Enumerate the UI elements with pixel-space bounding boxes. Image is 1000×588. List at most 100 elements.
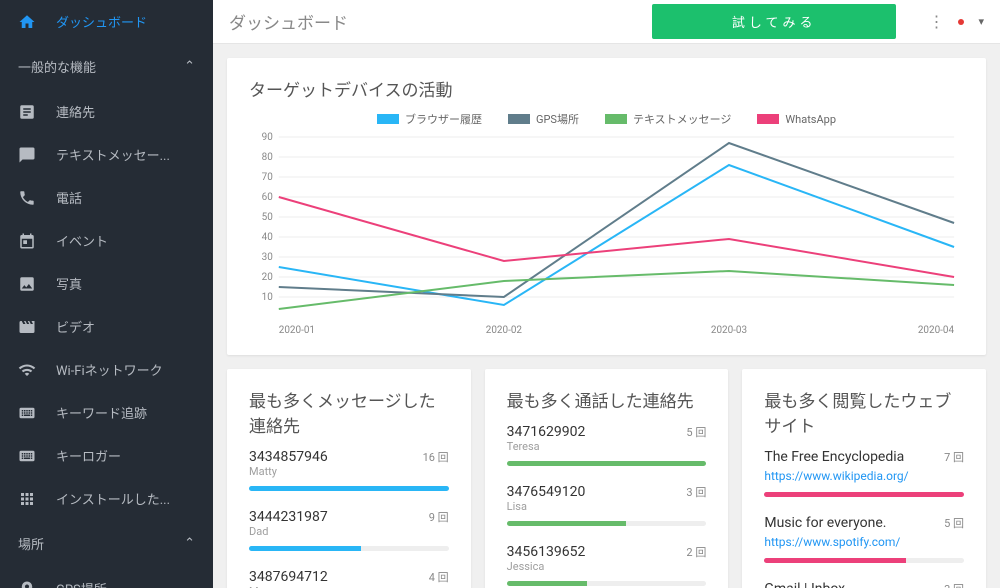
stat-link[interactable]: https://www.wikipedia.org/ xyxy=(764,469,908,483)
chart-legend: ブラウザー履歴 GPS場所 テキストメッセージ WhatsApp xyxy=(249,111,964,127)
sidebar-item-phone[interactable]: 電話 xyxy=(0,176,213,219)
sidebar-section-general[interactable]: 一般的な機能 ⌃ xyxy=(0,43,213,90)
legend-label: WhatsApp xyxy=(785,113,836,126)
stat-bar xyxy=(249,546,449,551)
stat-count: 2 回 xyxy=(686,544,706,560)
stat-primary: Music for everyone. xyxy=(764,515,900,531)
stat-count: 7 回 xyxy=(944,449,964,465)
stat-bar xyxy=(764,492,964,497)
stats-list: The Free Encyclopedia https://www.wikiped… xyxy=(764,449,964,588)
stat-item[interactable]: 3434857946Matty 16 回 xyxy=(249,449,449,491)
chevron-down-icon[interactable]: ▾ xyxy=(978,15,984,28)
sidebar-section-location[interactable]: 場所 ⌃ xyxy=(0,520,213,567)
topbar-actions: ⋮ ▾ xyxy=(928,12,984,31)
sidebar-item-video[interactable]: ビデオ xyxy=(0,305,213,348)
stat-secondary: Matty xyxy=(249,465,328,478)
sidebar-item-wifi[interactable]: Wi-Fiネットワーク xyxy=(0,348,213,391)
stat-count: 5 回 xyxy=(686,424,706,440)
contacts-icon xyxy=(18,103,36,121)
stat-primary: 3476549120 xyxy=(507,484,586,500)
legend-label: GPS場所 xyxy=(536,111,579,127)
try-button[interactable]: 試してみる xyxy=(652,4,897,39)
sidebar-item-label: インストールした... xyxy=(56,489,170,508)
svg-text:40: 40 xyxy=(262,232,274,243)
topbar: ダッシュボード 試してみる ⋮ ▾ xyxy=(213,0,1000,44)
sidebar-item-keylogger[interactable]: キーロガー xyxy=(0,434,213,477)
stats-row: 最も多くメッセージした連絡先 3434857946Matty16 回344423… xyxy=(227,369,986,588)
stat-item[interactable]: 3444231987Dad9 回 xyxy=(249,509,449,551)
stat-item[interactable]: The Free Encyclopedia https://www.wikiped… xyxy=(764,449,964,497)
sidebar-item-photo[interactable]: 写真 xyxy=(0,262,213,305)
legend-label: ブラウザー履歴 xyxy=(405,111,482,127)
sidebar-item-message[interactable]: テキストメッセー... xyxy=(0,133,213,176)
stat-item[interactable]: 3456139652Jessica2 回 xyxy=(507,544,707,586)
sidebar-location-list: GPS場所ジオフェンシング xyxy=(0,567,213,588)
sidebar-item-apps[interactable]: インストールした... xyxy=(0,477,213,520)
stat-primary: 3487694712 xyxy=(249,569,328,585)
video-icon xyxy=(18,318,36,336)
chart-title: ターゲットデバイスの活動 xyxy=(249,76,964,101)
legend-item[interactable]: テキストメッセージ xyxy=(605,111,731,127)
stat-primary: 3456139652 xyxy=(507,544,586,560)
stat-item[interactable]: Gmail | Inboxhttps://mail.google.com/3 回 xyxy=(764,581,964,588)
svg-text:10: 10 xyxy=(262,292,274,303)
svg-text:80: 80 xyxy=(262,152,274,163)
svg-text:2020-03: 2020-03 xyxy=(711,325,747,336)
photo-icon xyxy=(18,275,36,293)
sidebar-item-label: 電話 xyxy=(56,188,82,207)
sidebar-item-label: GPS場所 xyxy=(56,579,107,588)
stat-bar xyxy=(507,521,707,526)
sidebar-item-label: Wi-Fiネットワーク xyxy=(56,360,163,379)
stat-item[interactable]: 3471629902Teresa 5 回 xyxy=(507,424,707,466)
sidebar-item-label: ビデオ xyxy=(56,317,95,336)
stats-card-websites: 最も多く閲覧したウェブサイト The Free Encyclopediahttp… xyxy=(742,369,986,588)
stat-primary: 3444231987 xyxy=(249,509,328,525)
page-title: ダッシュボード xyxy=(229,9,348,34)
message-icon xyxy=(18,146,36,164)
svg-text:2020-04: 2020-04 xyxy=(918,325,955,336)
stat-item[interactable]: 3487694712Mom4 回 xyxy=(249,569,449,588)
stat-primary: 3434857946 xyxy=(249,449,328,465)
more-icon[interactable]: ⋮ xyxy=(928,12,944,31)
legend-swatch xyxy=(508,114,530,124)
stat-bar xyxy=(249,486,449,491)
svg-text:60: 60 xyxy=(262,192,274,203)
stat-primary: 3471629902 xyxy=(507,424,586,440)
stat-count: 3 回 xyxy=(686,484,706,500)
record-indicator-icon xyxy=(958,19,964,25)
stat-item[interactable]: Music for everyone. https://www.spotify.c… xyxy=(764,515,964,563)
stat-bar xyxy=(764,558,964,563)
sidebar-item-dashboard[interactable]: ダッシュボード xyxy=(0,0,213,43)
stat-link[interactable]: https://www.spotify.com/ xyxy=(764,535,900,549)
stat-count: 5 回 xyxy=(944,515,964,531)
sidebar-item-label: イベント xyxy=(56,231,108,250)
keylogger-icon xyxy=(18,447,36,465)
stat-primary: The Free Encyclopedia xyxy=(764,449,908,465)
stat-count: 16 回 xyxy=(423,449,449,465)
legend-item[interactable]: WhatsApp xyxy=(757,111,836,127)
stat-item[interactable]: 3476549120Lisa 3 回 xyxy=(507,484,707,526)
sidebar-item-contacts[interactable]: 連絡先 xyxy=(0,90,213,133)
legend-item[interactable]: ブラウザー履歴 xyxy=(377,111,482,127)
stats-card-messages: 最も多くメッセージした連絡先 3434857946Matty16 回344423… xyxy=(227,369,471,588)
svg-text:2020-01: 2020-01 xyxy=(279,325,315,336)
chart-wrap: ブラウザー履歴GPS場所テキストメッセージWhatsApp 1020304050… xyxy=(249,111,964,337)
svg-text:30: 30 xyxy=(262,252,274,263)
sidebar-item-keyword[interactable]: キーワード追跡 xyxy=(0,391,213,434)
stat-secondary: Teresa xyxy=(507,440,586,453)
sidebar-item-event[interactable]: イベント xyxy=(0,219,213,262)
sidebar-item-gps[interactable]: GPS場所 xyxy=(0,567,213,588)
sidebar-item-label: テキストメッセー... xyxy=(56,145,170,164)
stat-secondary: Lisa xyxy=(507,500,586,513)
stats-list: 3471629902Teresa 5 回 3476549120Lisa 3 回 3456… xyxy=(507,424,707,586)
svg-text:70: 70 xyxy=(262,172,274,183)
sidebar-item-label: ダッシュボード xyxy=(56,12,147,31)
chevron-up-icon: ⌃ xyxy=(184,59,195,74)
legend-item[interactable]: GPS場所 xyxy=(508,111,579,127)
svg-text:50: 50 xyxy=(262,212,274,223)
main: ダッシュボード 試してみる ⋮ ▾ ターゲットデバイスの活動 ブラウザー履歴 GP… xyxy=(213,0,1000,588)
phone-icon xyxy=(18,189,36,207)
activity-chart: 1020304050607080902020-012020-022020-032… xyxy=(249,127,964,337)
stat-count: 9 回 xyxy=(429,509,449,525)
sidebar-item-label: 連絡先 xyxy=(56,102,95,121)
